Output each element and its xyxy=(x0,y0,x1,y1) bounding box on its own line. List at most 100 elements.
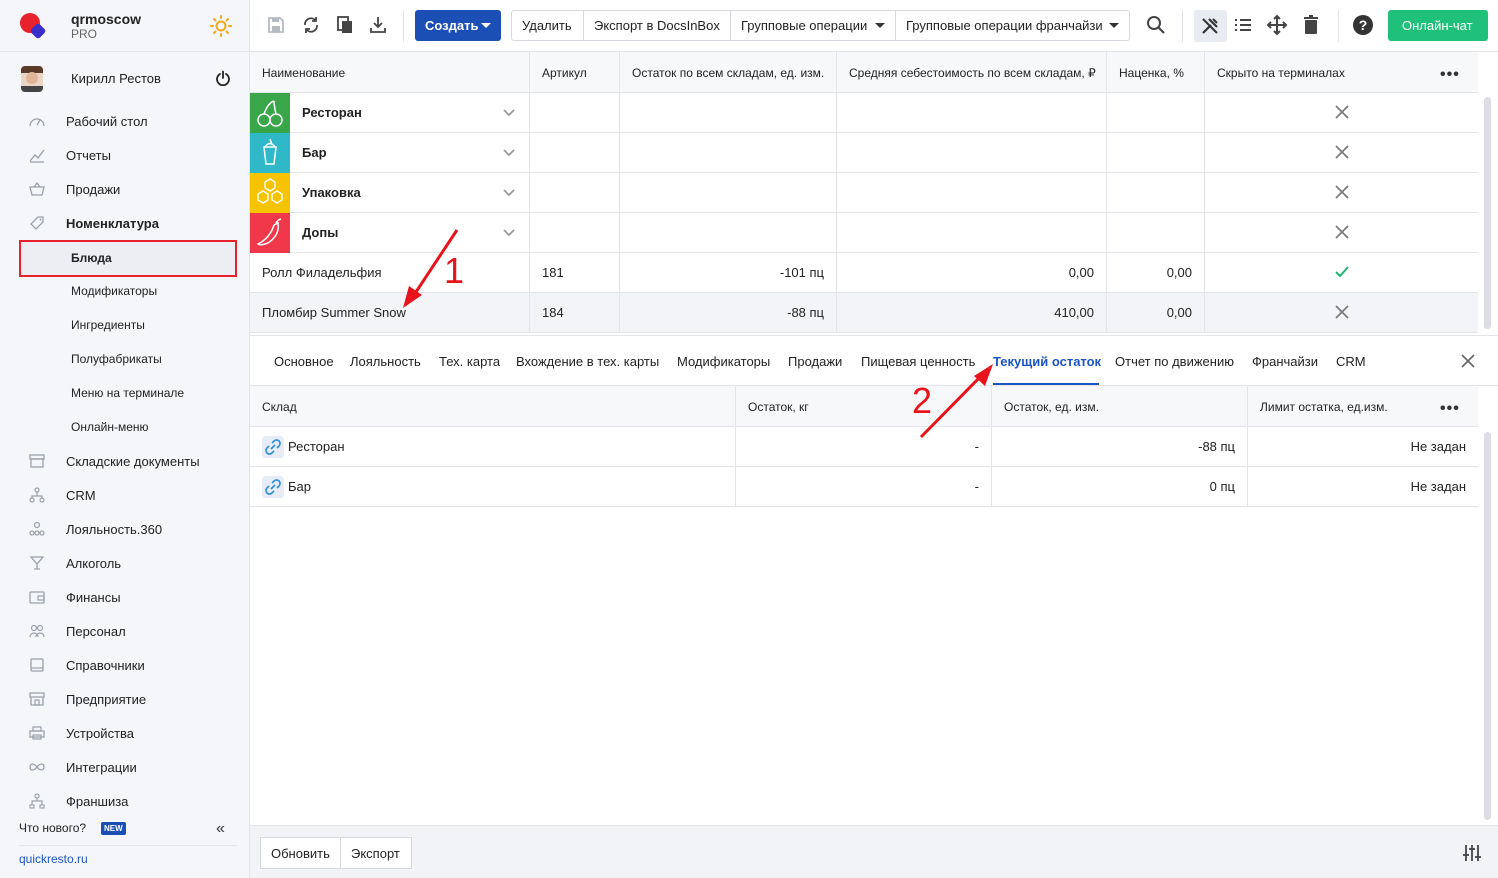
tab-nutrition[interactable]: Пищевая ценность xyxy=(861,354,975,369)
sidebar-subitem-semifinished[interactable]: Полуфабрикаты xyxy=(0,342,249,376)
sidebar-subitem-dishes[interactable]: Блюда xyxy=(19,240,237,277)
tab-crm[interactable]: CRM xyxy=(1336,354,1366,369)
export-button[interactable]: Экспорт xyxy=(340,837,412,869)
sidebar-item-label: Финансы xyxy=(66,590,121,605)
sidebar-item-crm[interactable]: CRM xyxy=(0,478,249,512)
move-icon[interactable] xyxy=(1266,14,1288,36)
column-header-name[interactable]: Наименование xyxy=(250,52,530,93)
brand-name: qrmoscow xyxy=(71,11,142,27)
site-link[interactable]: quickresto.ru xyxy=(19,852,88,866)
sun-icon[interactable] xyxy=(210,15,232,37)
tab-main[interactable]: Основное xyxy=(274,354,334,369)
tab-current-stock[interactable]: Текущий остаток xyxy=(993,354,1101,369)
dish-cost: 410,00 xyxy=(1054,305,1094,320)
list-icon[interactable] xyxy=(1232,14,1254,36)
basket-icon xyxy=(29,181,45,196)
column-header-stock[interactable]: Остаток по всем складам, ед. изм. xyxy=(620,52,837,93)
sidebar-item-references[interactable]: Справочники xyxy=(0,648,249,682)
annotation-number-2: 2 xyxy=(912,380,933,421)
search-icon[interactable] xyxy=(1145,14,1167,36)
delete-button[interactable]: Удалить xyxy=(512,11,584,40)
box-icon xyxy=(29,454,45,468)
sliders-icon[interactable] xyxy=(1462,843,1482,863)
column-header-warehouse[interactable]: Склад xyxy=(250,386,736,427)
column-header-stock-kg[interactable]: Остаток, кг xyxy=(736,386,992,427)
tools-toggle[interactable] xyxy=(1194,10,1227,42)
sidebar-item-finance[interactable]: Финансы xyxy=(0,580,249,614)
sidebar-item-nomenclature[interactable]: Номенклатура xyxy=(0,206,249,240)
table-row[interactable]: Бар - 0 пц Не задан xyxy=(250,467,1478,507)
tab-loyalty[interactable]: Лояльность xyxy=(350,354,421,369)
category-row[interactable]: Бар xyxy=(250,133,1478,173)
sidebar-item-integrations[interactable]: Интеграции xyxy=(0,750,249,784)
sidebar-item-label: Устройства xyxy=(66,726,135,741)
export-docsinbox-button[interactable]: Экспорт в DocsInBox xyxy=(584,11,731,40)
chevron-down-icon[interactable] xyxy=(502,146,516,160)
copy-icon[interactable] xyxy=(334,14,356,36)
tab-franchise[interactable]: Франчайзи xyxy=(1252,354,1318,369)
category-name: Бар xyxy=(302,145,327,160)
sidebar-item-sales[interactable]: Продажи xyxy=(0,172,249,206)
link-icon[interactable] xyxy=(262,436,284,458)
help-icon[interactable]: ? xyxy=(1352,14,1374,36)
grid-scrollbar[interactable] xyxy=(1484,97,1491,329)
tab-modifiers[interactable]: Модификаторы xyxy=(677,354,770,369)
close-icon[interactable] xyxy=(1460,353,1476,369)
detail-scrollbar[interactable] xyxy=(1484,432,1491,820)
sidebar-item-dashboard[interactable]: Рабочий стол xyxy=(0,104,249,138)
sidebar-subitem-ingredients[interactable]: Ингредиенты xyxy=(0,308,249,342)
stock-table-header: Склад Остаток, кг Остаток, ед. изм. Лими… xyxy=(250,386,1478,427)
create-button[interactable]: Создать xyxy=(415,10,501,41)
chevron-down-icon[interactable] xyxy=(502,186,516,200)
category-row[interactable]: Ресторан xyxy=(250,93,1478,133)
sidebar-subitem-terminal-menu[interactable]: Меню на терминале xyxy=(0,376,249,410)
save-icon[interactable] xyxy=(265,14,287,36)
sidebar-item-alcohol[interactable]: Алкоголь xyxy=(0,546,249,580)
sidebar-subitem-online-menu[interactable]: Онлайн-меню xyxy=(0,410,249,444)
column-header-markup[interactable]: Наценка, % xyxy=(1107,52,1205,93)
refresh-icon[interactable] xyxy=(300,14,322,36)
brand-header[interactable]: qrmoscow PRO xyxy=(0,0,249,52)
column-header-stock-units[interactable]: Остаток, ед. изм. xyxy=(992,386,1248,427)
dish-name: Пломбир Summer Snow xyxy=(262,305,406,320)
trash-icon[interactable] xyxy=(1300,14,1322,36)
download-icon[interactable] xyxy=(367,14,389,36)
sidebar-item-staff[interactable]: Персонал xyxy=(0,614,249,648)
sidebar-item-enterprise[interactable]: Предприятие xyxy=(0,682,249,716)
more-icon[interactable]: ••• xyxy=(1440,400,1460,418)
chevron-down-icon[interactable] xyxy=(502,226,516,240)
sidebar-item-warehouse-docs[interactable]: Складские документы xyxy=(0,444,249,478)
tab-tech-card-usage[interactable]: Вхождение в тех. карты xyxy=(516,354,659,369)
column-header-hidden[interactable]: Скрыто на терминалах xyxy=(1205,52,1478,93)
whats-new-link[interactable]: Что нового? xyxy=(19,821,86,835)
sidebar-item-franchise[interactable]: Франшиза xyxy=(0,784,249,818)
sidebar-item-devices[interactable]: Устройства xyxy=(0,716,249,750)
table-row-selected[interactable]: Пломбир Summer Snow 184 -88 пц 410,00 0,… xyxy=(250,293,1478,333)
online-chat-button[interactable]: Онлайн-чат xyxy=(1388,10,1488,41)
user-profile[interactable]: Кирилл Рестов xyxy=(0,52,249,102)
category-row[interactable]: Упаковка xyxy=(250,173,1478,213)
dish-stock: -101 пц xyxy=(779,265,824,280)
table-row[interactable]: Ресторан - -88 пц Не задан xyxy=(250,427,1478,467)
power-icon[interactable] xyxy=(215,70,231,86)
sidebar-item-loyalty[interactable]: Лояльность.360 xyxy=(0,512,249,546)
tab-tech-card[interactable]: Тех. карта xyxy=(439,354,500,369)
link-icon[interactable] xyxy=(262,476,284,498)
group-ops-button[interactable]: Групповые операции xyxy=(731,11,896,40)
group-ops-franchise-button[interactable]: Групповые операции франчайзи xyxy=(896,11,1129,40)
tab-movement-report[interactable]: Отчет по движению xyxy=(1115,354,1234,369)
network-icon xyxy=(29,487,45,503)
collapse-sidebar-icon[interactable]: « xyxy=(216,820,225,838)
table-row[interactable]: Ролл Филадельфия 181 -101 пц 0,00 0,00 xyxy=(250,253,1478,293)
category-row[interactable]: Допы xyxy=(250,213,1478,253)
refresh-button[interactable]: Обновить xyxy=(260,837,341,869)
column-header-cost[interactable]: Средняя себестоимость по всем складам, ₽ xyxy=(837,52,1107,93)
sidebar-subitem-modifiers[interactable]: Модификаторы xyxy=(0,274,249,308)
divider xyxy=(1182,10,1183,42)
cup-icon xyxy=(250,133,290,173)
column-header-article[interactable]: Артикул xyxy=(530,52,620,93)
tab-sales[interactable]: Продажи xyxy=(788,354,842,369)
chevron-down-icon[interactable] xyxy=(502,106,516,120)
more-icon[interactable]: ••• xyxy=(1440,66,1460,84)
sidebar-item-reports[interactable]: Отчеты xyxy=(0,138,249,172)
